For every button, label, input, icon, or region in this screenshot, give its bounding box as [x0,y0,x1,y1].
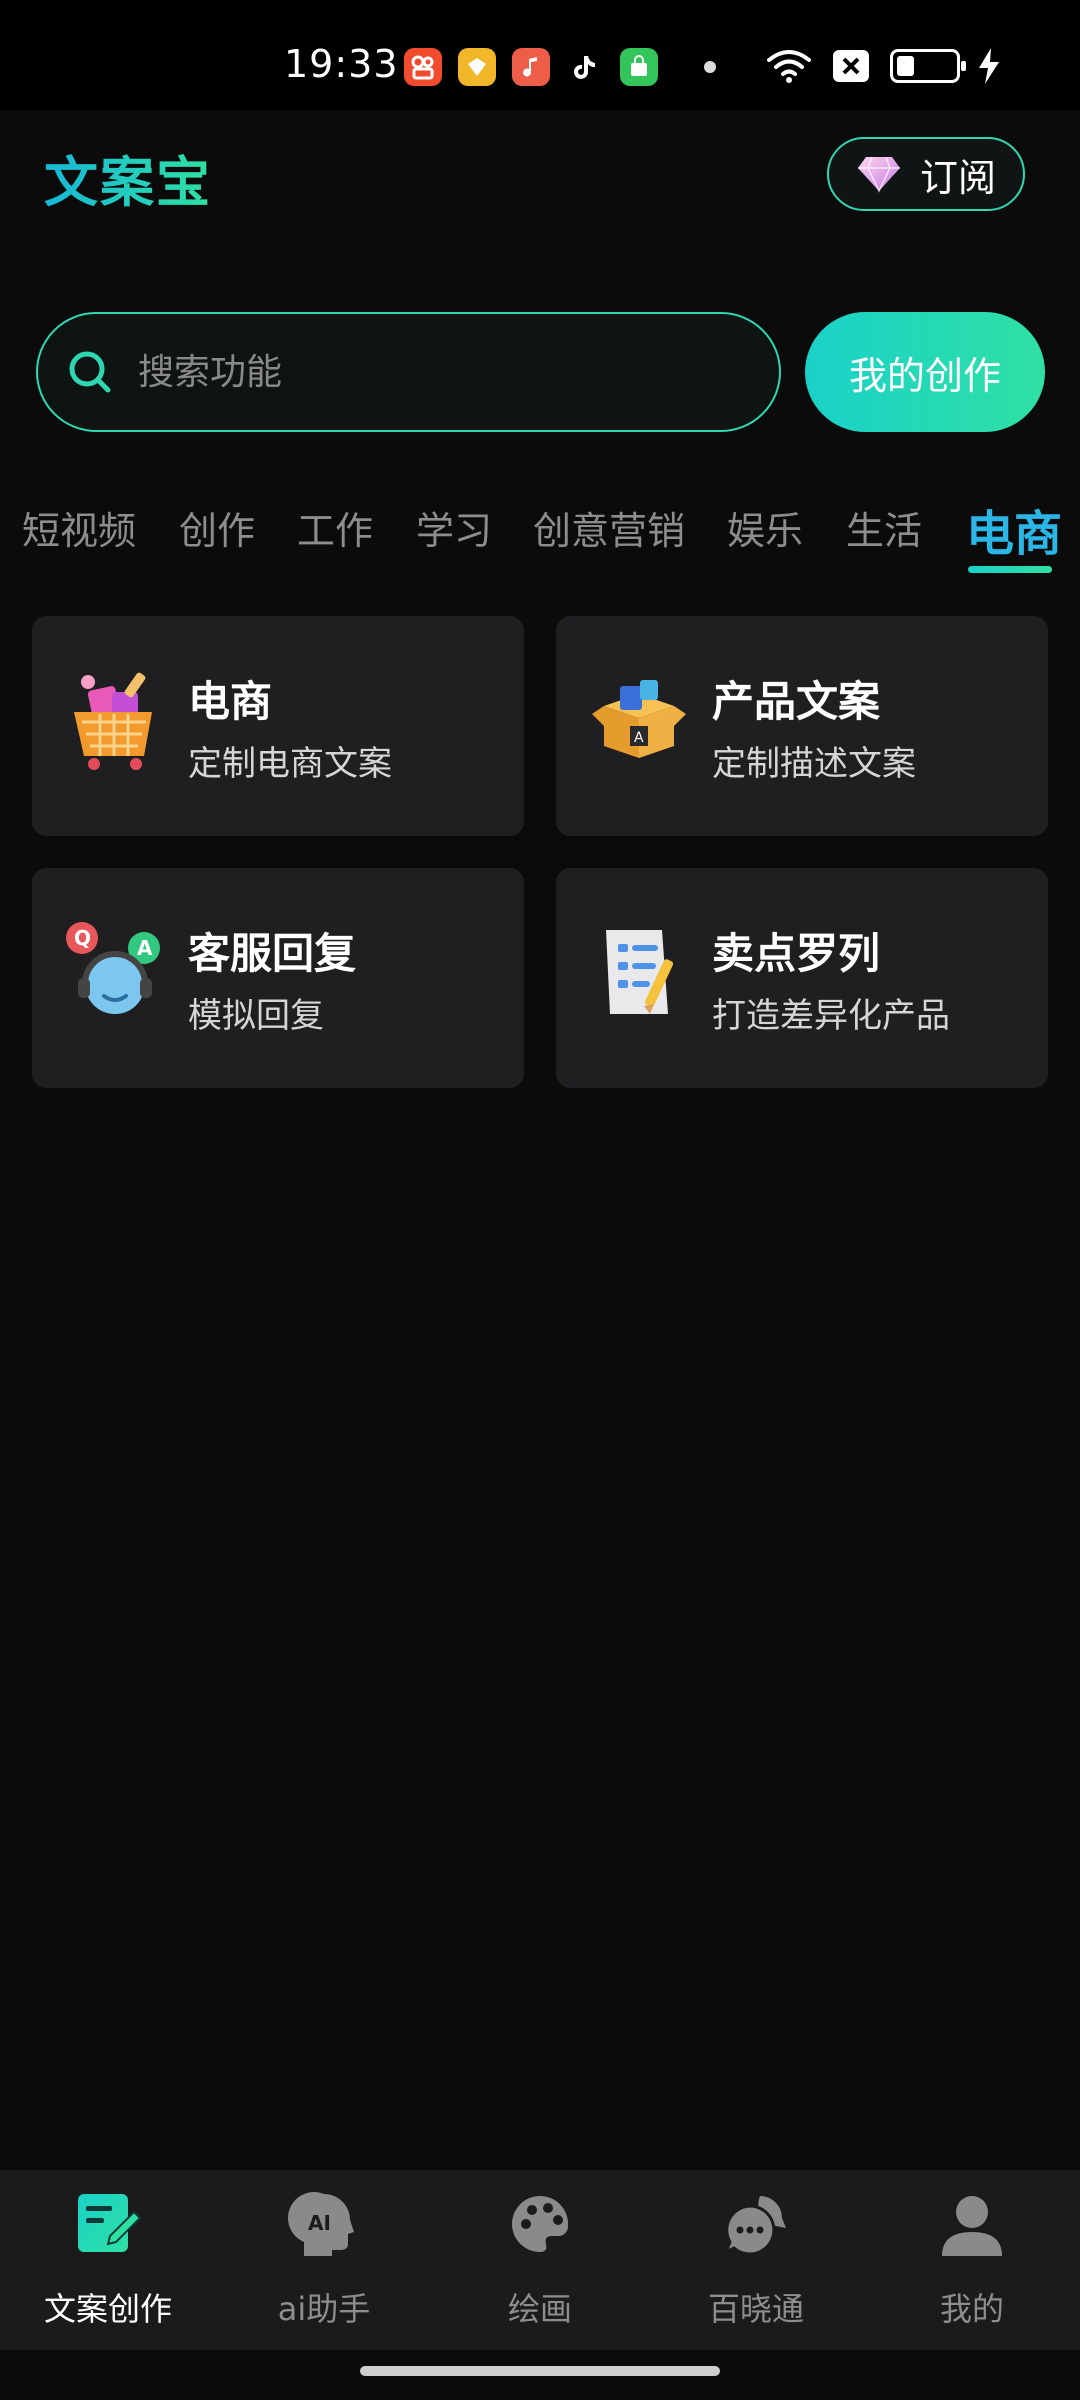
checklist-icon [606,930,674,1014]
tab-entertainment[interactable]: 娱乐 [727,500,803,555]
tab-study[interactable]: 学习 [416,500,492,555]
card-title: 客服回复 [188,929,357,978]
system-icons [766,48,966,84]
nav-label: 文案创作 [43,2290,172,2328]
tab-creation[interactable]: 创作 [179,500,255,555]
shopping-icon [620,48,658,86]
svg-text:Q: Q [74,926,91,950]
app-logo: 文案宝 [44,138,212,217]
nav-label: ai助手 [277,2290,371,2328]
kuaishou-icon [404,48,442,86]
bottom-nav: 文案创作 AI ai助手 绘画 百晓通 我的 [0,2170,1080,2350]
card-subtitle: 定制描述文案 [712,744,916,784]
diamond-icon [857,156,900,193]
nav-copywriting[interactable]: 文案创作 [0,2170,216,2350]
category-tabs: 短视频 创作 工作 学习 创意营销 娱乐 生活 电商 [0,490,1080,580]
card-title: 产品文案 [712,677,881,726]
product-box-icon: A [592,680,686,758]
subscribe-label: 订阅 [919,155,996,200]
nav-ai-assistant[interactable]: AI ai助手 [216,2170,432,2350]
nav-painting[interactable]: 绘画 [432,2170,648,2350]
battery-icon [890,49,966,83]
edit-document-icon [78,2194,142,2252]
tab-creative-marketing[interactable]: 创意营销 [533,500,685,555]
active-tab-indicator [968,566,1052,573]
shopping-cart-icon [74,672,152,770]
music-icon [512,48,550,86]
svg-text:AI: AI [308,2211,331,2235]
card-customer-service[interactable]: Q A 客服回复 模拟回复 [32,868,524,1088]
svg-text:A: A [137,936,153,960]
nav-label: 绘画 [507,2290,572,2328]
my-creation-button[interactable]: 我的创作 [805,312,1045,432]
chat-bubbles-icon [723,2196,786,2256]
tab-short-video[interactable]: 短视频 [22,500,136,555]
card-subtitle: 模拟回复 [188,996,324,1036]
card-title: 电商 [188,677,273,726]
card-title: 卖点罗列 [712,929,881,978]
search-icon [69,351,111,393]
wifi-icon [767,50,811,83]
tab-life[interactable]: 生活 [846,500,922,555]
status-bar: 19:33 [0,0,1080,110]
status-time: 19:33 [284,42,399,86]
nav-label: 百晓通 [707,2290,804,2328]
user-icon [942,2196,1002,2256]
card-ecommerce[interactable]: 电商 定制电商文案 [32,616,524,836]
card-subtitle: 定制电商文案 [188,744,392,784]
more-notifications-dot [704,61,716,73]
search-input[interactable] [138,351,698,393]
battery-level [897,56,914,76]
no-sim-icon [833,50,869,82]
nav-baixiaotong[interactable]: 百晓通 [648,2170,864,2350]
tab-work[interactable]: 工作 [297,500,373,555]
tiktok-icon [566,48,604,86]
subscribe-button[interactable]: 订阅 [827,137,1025,211]
notification-icons [404,48,716,86]
search-box[interactable] [36,312,781,432]
palette-icon [512,2196,569,2252]
card-selling-points[interactable]: 卖点罗列 打造差异化产品 [556,868,1048,1088]
card-product-copy[interactable]: A 产品文案 定制描述文案 [556,616,1048,836]
home-indicator[interactable] [360,2366,720,2376]
nav-label: 我的 [939,2290,1004,2328]
card-subtitle: 打造差异化产品 [712,996,950,1036]
ai-head-icon: AI [288,2192,354,2256]
nav-mine[interactable]: 我的 [864,2170,1080,2350]
customer-service-icon: Q A [66,922,160,1014]
charging-icon [979,48,999,84]
svg-text:A: A [634,730,644,746]
yellow-app-icon [458,48,496,86]
tab-ecommerce[interactable]: 电商 [966,494,1062,564]
app-header: 文案宝 订阅 [0,110,1080,240]
